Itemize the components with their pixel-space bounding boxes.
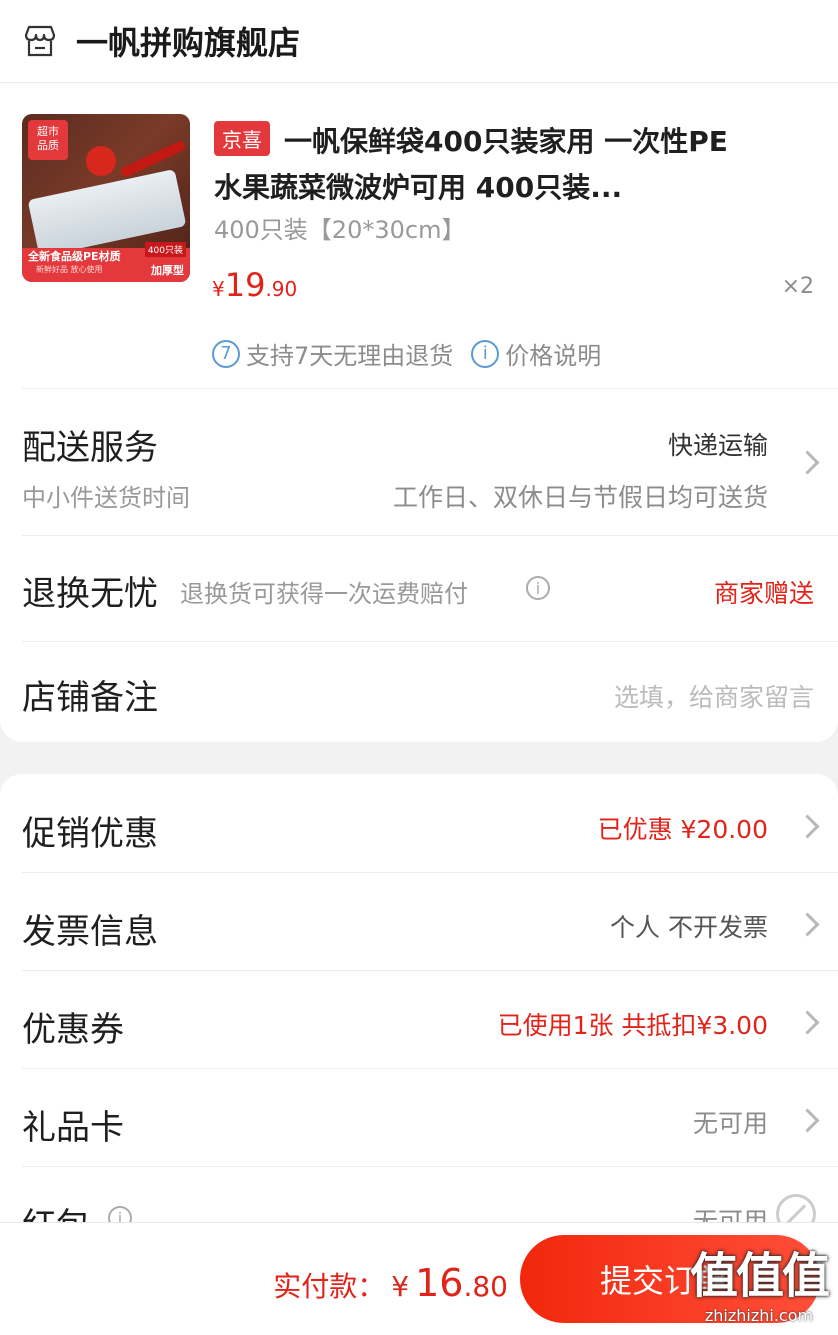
divider — [22, 535, 838, 536]
price-explanation-link[interactable]: 价格说明 — [505, 336, 601, 371]
delivery-method: 快递运输 — [667, 431, 768, 460]
price-decimal: .90 — [265, 277, 298, 301]
watermark: 值值值 zhizhizhi.com — [689, 1236, 830, 1325]
info-icon[interactable]: i — [526, 576, 550, 600]
pay-integer: 16 — [415, 1261, 464, 1305]
image-corner-badge: 超市 品质 — [28, 120, 68, 160]
chevron-right-icon — [795, 1010, 820, 1035]
product-image[interactable]: 超市 品质 全新食品级PE材质 新鲜好品 放心使用 400只装 加厚型 — [22, 114, 190, 282]
checkout-bar: 实付款： ¥16.80 提交订单 值值值 zhizhizhi.com — [0, 1222, 838, 1335]
divider — [0, 82, 838, 83]
return-insurance-desc: 退换货可获得一次运费赔付 — [180, 580, 468, 608]
store-icon — [24, 25, 56, 57]
image-banner-text: 全新食品级PE材质 — [28, 250, 121, 263]
divider — [22, 1068, 838, 1069]
divider — [22, 388, 838, 389]
price-integer: 19 — [224, 266, 266, 304]
chevron-right-icon — [795, 450, 820, 475]
price-currency: ¥ — [212, 277, 225, 301]
shop-name: 一帆拼购旗舰店 — [76, 24, 301, 62]
info-icon: i — [471, 339, 500, 368]
product-title-line1[interactable]: 京喜 一帆保鲜袋400只装家用 一次性PE — [214, 120, 728, 160]
divider — [22, 641, 838, 642]
coupon-label: 优惠券 — [22, 1010, 124, 1050]
return-insurance-label: 退换无忧 — [22, 574, 158, 614]
invoice-label: 发票信息 — [22, 912, 158, 952]
invoice-value: 个人 不开发票 — [610, 913, 768, 942]
image-banner-subtext: 新鲜好品 放心使用 — [36, 265, 103, 274]
delivery-label: 配送服务 — [22, 428, 158, 468]
total-payable: 实付款： ¥16.80 — [273, 1261, 508, 1305]
pay-decimal: .80 — [463, 1270, 508, 1303]
product-quantity: ×2 — [781, 274, 814, 299]
seven-day-return-icon: 7 — [212, 339, 240, 368]
product-title-text1: 一帆保鲜袋400只装家用 一次性PE — [284, 125, 728, 158]
coupon-value: 已使用1张 共抵扣¥3.00 — [497, 1011, 768, 1040]
pay-label: 实付款： — [273, 1270, 386, 1303]
tomato-illustration — [86, 146, 116, 176]
divider — [22, 970, 838, 971]
pay-currency: ¥ — [391, 1270, 410, 1303]
image-thick-label: 加厚型 — [151, 264, 184, 277]
gift-card-value: 无可用 — [692, 1109, 768, 1138]
delivery-time: 工作日、双休日与节假日均可送货 — [392, 483, 768, 512]
chevron-right-icon — [795, 912, 820, 937]
shop-note-input[interactable]: 选填，给商家留言 — [614, 678, 814, 714]
seven-day-return-label[interactable]: 支持7天无理由退货 — [246, 336, 453, 371]
order-options-card: 促销优惠 已优惠 ¥20.00 发票信息 个人 不开发票 优惠券 已使用1张 共… — [0, 774, 838, 1246]
divider — [22, 872, 838, 873]
product-title-line2[interactable]: 水果蔬菜微波炉可用 400只装... — [214, 166, 622, 206]
watermark-logo: 值值值 — [689, 1248, 830, 1304]
image-count-badge: 400只装 — [144, 242, 186, 257]
watermark-url: zhizhizhi.com — [704, 1306, 814, 1325]
return-insurance-value: 商家赠送 — [713, 579, 814, 608]
chevron-right-icon — [795, 814, 820, 839]
service-badges: 7 支持7天无理由退货 i 价格说明 — [212, 336, 601, 371]
promo-label: 促销优惠 — [22, 814, 158, 854]
product-spec: 400只装【20*30cm】 — [214, 216, 466, 244]
jingxi-tag: 京喜 — [214, 121, 270, 156]
gift-card-label: 礼品卡 — [22, 1108, 124, 1148]
shop-card: 一帆拼购旗舰店 超市 品质 全新食品级PE材质 新鲜好品 放心使用 400只装 … — [0, 0, 838, 742]
product-price: ¥19.90 — [212, 266, 297, 304]
divider — [22, 1166, 838, 1167]
delivery-sub-label: 中小件送货时间 — [22, 484, 190, 512]
promo-value: 已优惠 ¥20.00 — [597, 815, 768, 844]
shop-header[interactable]: 一帆拼购旗舰店 — [22, 18, 300, 64]
chevron-right-icon — [795, 1108, 820, 1133]
shop-note-label: 店铺备注 — [22, 678, 158, 718]
